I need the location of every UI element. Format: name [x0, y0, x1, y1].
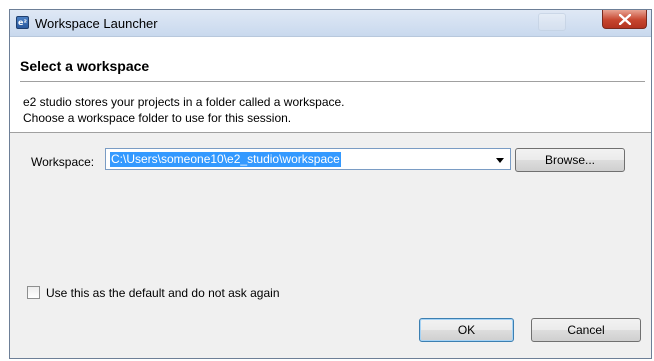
workspace-path-input[interactable]: C:\Users\someone10\e2_studio\workspace: [110, 152, 341, 167]
default-workspace-checkbox-label[interactable]: Use this as the default and do not ask a…: [46, 286, 280, 300]
cancel-button[interactable]: Cancel: [531, 318, 641, 342]
workspace-combobox[interactable]: C:\Users\someone10\e2_studio\workspace: [105, 148, 511, 170]
app-icon: e²: [16, 16, 29, 29]
close-icon: [619, 14, 631, 25]
workspace-label: Workspace:: [31, 155, 95, 169]
dialog-heading: Select a workspace: [20, 58, 150, 74]
ok-button[interactable]: OK: [419, 318, 514, 342]
browse-button[interactable]: Browse...: [515, 148, 625, 172]
minimize-button[interactable]: [538, 13, 566, 31]
header-banner: Select a workspace e2 studio stores your…: [10, 37, 651, 133]
description-line-2: Choose a workspace folder to use for thi…: [23, 111, 292, 125]
header-divider: [20, 81, 645, 82]
default-workspace-checkbox[interactable]: [27, 286, 40, 299]
title-bar[interactable]: e² Workspace Launcher: [10, 10, 651, 37]
chevron-down-icon[interactable]: [496, 158, 504, 163]
window-title: Workspace Launcher: [35, 16, 158, 31]
description-line-1: e2 studio stores your projects in a fold…: [23, 95, 345, 109]
dialog-description: e2 studio stores your projects in a fold…: [23, 94, 345, 126]
workspace-launcher-dialog: e² Workspace Launcher Select a workspace…: [9, 9, 652, 359]
dialog-body: Workspace: C:\Users\someone10\e2_studio\…: [10, 133, 651, 358]
close-button[interactable]: [602, 10, 647, 29]
